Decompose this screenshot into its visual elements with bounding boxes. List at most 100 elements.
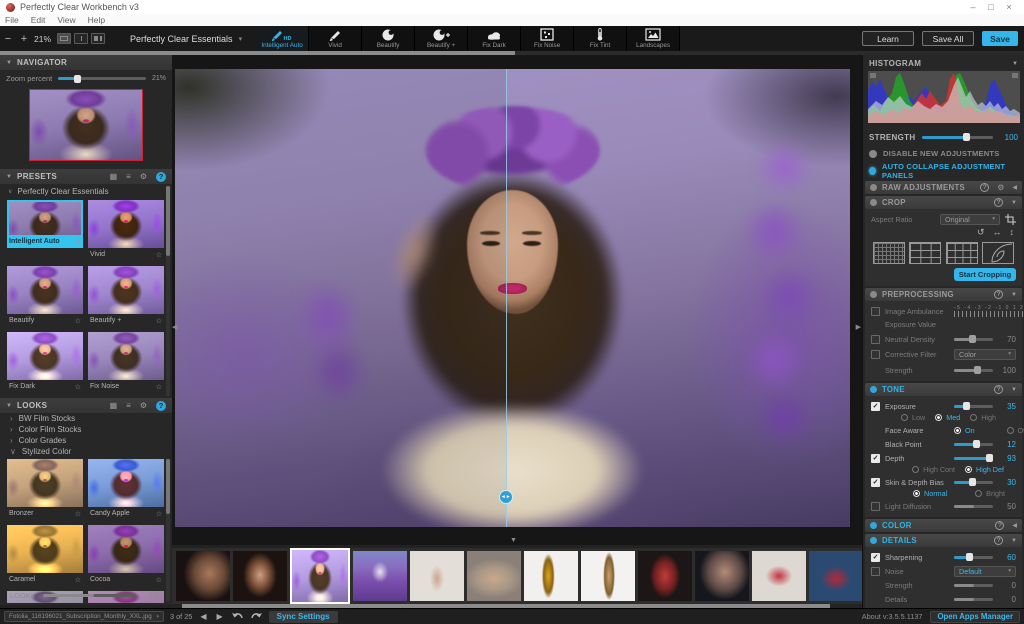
help-icon[interactable]: ? bbox=[995, 521, 1004, 530]
preprocessing-header[interactable]: PREPROCESSING ? ▼ bbox=[865, 288, 1022, 301]
details-header[interactable]: DETAILS ? ▼ bbox=[865, 534, 1022, 547]
flip-horizontal-icon[interactable]: ↔ bbox=[993, 227, 1002, 238]
view-split-button[interactable] bbox=[74, 33, 88, 44]
flip-vertical-icon[interactable]: ↕ bbox=[1010, 227, 1015, 238]
sharpening-checkbox[interactable]: ✓ bbox=[871, 553, 880, 562]
noise-dropdown[interactable]: Default ▾ bbox=[954, 566, 1016, 577]
help-icon[interactable]: ? bbox=[994, 198, 1003, 207]
undo-button[interactable] bbox=[231, 612, 244, 622]
toolbar-preset-beautify-plus[interactable]: Beautify + bbox=[415, 26, 468, 51]
look-card-caramel[interactable]: Caramel☆ bbox=[7, 525, 83, 586]
presets-header[interactable]: ▼ PRESETS ▦ ≡ ⚙ ? bbox=[0, 169, 172, 184]
filename-dropdown[interactable]: Fotolia_116196021_Subscription_Monthly_X… bbox=[4, 611, 164, 622]
looks-folder-bw-film[interactable]: › BW Film Stocks bbox=[0, 413, 172, 424]
zoom-in-button[interactable]: + bbox=[16, 33, 32, 45]
start-cropping-button[interactable]: Start Cropping bbox=[954, 268, 1016, 281]
gear-icon[interactable]: ⚙ bbox=[997, 183, 1004, 192]
look-card-candy-apple[interactable]: Candy Apple☆ bbox=[88, 459, 164, 520]
sharpening-slider[interactable] bbox=[954, 556, 993, 559]
navigator-thumbnail[interactable] bbox=[29, 89, 143, 161]
noise-details-slider[interactable] bbox=[954, 598, 993, 601]
corrective-filter-dropdown[interactable]: Color ▾ bbox=[954, 349, 1016, 360]
preset-card-beautify[interactable]: Beautify☆ bbox=[7, 266, 83, 327]
rotate-icon[interactable]: ↺ bbox=[977, 227, 985, 238]
menu-file[interactable]: File bbox=[5, 15, 19, 25]
collapse-panel-icon[interactable]: ▼ bbox=[1011, 292, 1017, 298]
noise-checkbox[interactable] bbox=[871, 567, 880, 576]
look-card-cocoa[interactable]: Cocoa☆ bbox=[88, 525, 164, 586]
star-icon[interactable]: ☆ bbox=[156, 576, 162, 584]
filmstrip-thumb-1[interactable] bbox=[176, 551, 230, 601]
filmstrip-thumb-2[interactable] bbox=[233, 551, 287, 601]
skin-depth-bias-slider[interactable] bbox=[954, 481, 993, 484]
looks-folder-stylized-color[interactable]: ∨ Stylized Color bbox=[0, 446, 172, 457]
expand-panel-icon[interactable]: ◀ bbox=[1012, 522, 1017, 529]
preprocessing-strength-slider[interactable] bbox=[954, 369, 993, 372]
face-aware-on-radio[interactable] bbox=[954, 427, 961, 434]
exposure-slider[interactable] bbox=[954, 405, 993, 408]
light-diffusion-slider[interactable] bbox=[954, 505, 993, 508]
collapse-right-panel-icon[interactable]: ▶ bbox=[856, 323, 861, 331]
looks-strength-slider[interactable] bbox=[43, 594, 136, 597]
preset-card-fix-dark[interactable]: Fix Dark☆ bbox=[7, 332, 83, 393]
filmstrip-thumb-5[interactable] bbox=[410, 551, 464, 601]
help-icon[interactable]: ? bbox=[994, 290, 1003, 299]
help-icon[interactable]: ? bbox=[994, 536, 1003, 545]
maximize-button[interactable]: □ bbox=[982, 2, 1000, 12]
menu-help[interactable]: Help bbox=[88, 15, 105, 25]
crop-grid-thirds-button[interactable] bbox=[909, 242, 941, 264]
gear-icon[interactable]: ⚙ bbox=[140, 401, 147, 410]
star-icon[interactable]: ☆ bbox=[156, 383, 162, 391]
collapse-panel-icon[interactable]: ▼ bbox=[1011, 387, 1017, 393]
help-icon[interactable]: ? bbox=[980, 183, 989, 192]
learn-button[interactable]: Learn bbox=[862, 31, 914, 46]
about-version[interactable]: About v:3.5.5.1137 bbox=[862, 612, 923, 621]
redo-button[interactable] bbox=[250, 612, 263, 622]
navigator-header[interactable]: ▼ NAVIGATOR bbox=[0, 55, 172, 70]
toolbar-preset-landscapes[interactable]: Landscapes bbox=[627, 26, 680, 51]
bright-radio[interactable] bbox=[975, 490, 982, 497]
neutral-density-slider[interactable] bbox=[954, 338, 993, 341]
menu-edit[interactable]: Edit bbox=[31, 15, 46, 25]
look-card-bronzer[interactable]: Bronzer☆ bbox=[7, 459, 83, 520]
star-icon[interactable]: ☆ bbox=[75, 383, 81, 391]
star-icon[interactable]: ☆ bbox=[75, 576, 81, 584]
next-image-button[interactable]: ▶ bbox=[214, 612, 224, 621]
looks-folder-color-grades[interactable]: › Color Grades bbox=[0, 435, 172, 446]
skin-depth-bias-checkbox[interactable]: ✓ bbox=[871, 478, 880, 487]
noise-strength-slider[interactable] bbox=[954, 584, 993, 587]
preset-card-intelligent-auto[interactable]: Intelligent Auto☆ bbox=[7, 200, 83, 261]
preset-card-vivid[interactable]: Vivid☆ bbox=[88, 200, 164, 261]
exposure-checkbox[interactable]: ✓ bbox=[871, 402, 880, 411]
save-button[interactable]: Save bbox=[982, 31, 1018, 46]
disable-new-adjustments-toggle[interactable]: DISABLE NEW ADJUSTMENTS bbox=[863, 145, 1024, 162]
high-def-radio[interactable] bbox=[965, 466, 972, 473]
star-icon[interactable]: ☆ bbox=[75, 238, 81, 246]
filmstrip-thumb-4[interactable] bbox=[353, 551, 407, 601]
looks-scrollbar[interactable] bbox=[166, 459, 170, 601]
close-button[interactable]: × bbox=[1000, 2, 1018, 12]
gear-icon[interactable]: ⚙ bbox=[140, 172, 147, 181]
crop-icon[interactable] bbox=[1005, 214, 1016, 225]
preset-group-selector[interactable]: Perfectly Clear Essentials ▾ bbox=[130, 34, 242, 44]
collapse-left-sidebar-icon[interactable]: ◀ bbox=[172, 323, 177, 331]
zoom-percent-slider[interactable] bbox=[58, 77, 146, 80]
collapse-filmstrip-icon[interactable]: ▼ bbox=[510, 537, 517, 544]
menu-view[interactable]: View bbox=[57, 15, 75, 25]
filmstrip-thumb-9[interactable] bbox=[638, 551, 692, 601]
exposure-value-ruler[interactable]: -5 -4 -3 -2 -1 0 1 2 3 4 5 bbox=[954, 305, 1024, 317]
expand-panel-icon[interactable]: ◀ bbox=[1012, 184, 1017, 191]
view-single-button[interactable] bbox=[57, 33, 71, 44]
crop-header[interactable]: CROP ? ▼ bbox=[865, 196, 1022, 209]
preset-card-fix-noise[interactable]: Fix Noise☆ bbox=[88, 332, 164, 393]
filmstrip-thumb-11[interactable] bbox=[752, 551, 806, 601]
strength-slider[interactable] bbox=[922, 136, 993, 139]
split-preview-line[interactable] bbox=[506, 69, 507, 527]
exposure-low-radio[interactable] bbox=[901, 414, 908, 421]
toolbar-preset-intelligent-auto[interactable]: HD Intelligent Auto bbox=[256, 26, 309, 51]
star-icon[interactable]: ☆ bbox=[75, 317, 81, 325]
help-icon[interactable]: ? bbox=[156, 401, 166, 411]
auto-collapse-toggle[interactable]: AUTO COLLAPSE ADJUSTMENT PANELS bbox=[863, 162, 1024, 179]
toolbar-preset-fix-noise[interactable]: Fix Noise bbox=[521, 26, 574, 51]
looks-folder-color-film[interactable]: › Color Film Stocks bbox=[0, 424, 172, 435]
